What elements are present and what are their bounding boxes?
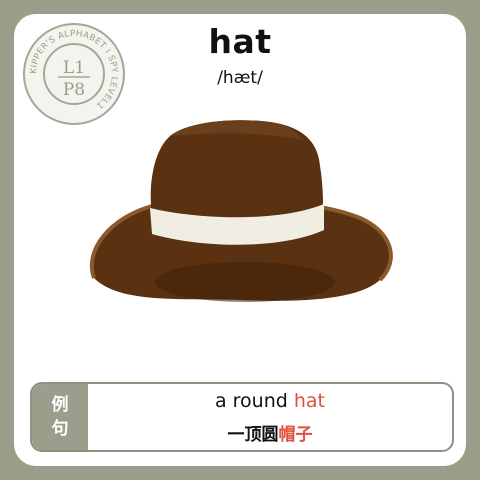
example-english: a round hat bbox=[88, 390, 452, 412]
example-english-prefix: a round bbox=[214, 390, 294, 412]
vocabulary-word: hat bbox=[208, 22, 272, 61]
example-tag: 例 句 bbox=[32, 384, 88, 450]
example-english-word: hat bbox=[293, 390, 326, 412]
phonetic-transcription: /hæt/ bbox=[217, 68, 263, 88]
hat-illustration bbox=[89, 120, 393, 302]
example-box: 例 句 a round hat 一顶圆帽子 bbox=[30, 382, 454, 452]
example-chinese-prefix: 一顶圆 bbox=[227, 425, 279, 445]
example-chinese-word: 帽子 bbox=[278, 425, 313, 445]
example-chinese: 一顶圆帽子 bbox=[88, 420, 452, 445]
example-tag-line2: 句 bbox=[51, 419, 69, 439]
example-tag-line1: 例 bbox=[51, 395, 69, 415]
